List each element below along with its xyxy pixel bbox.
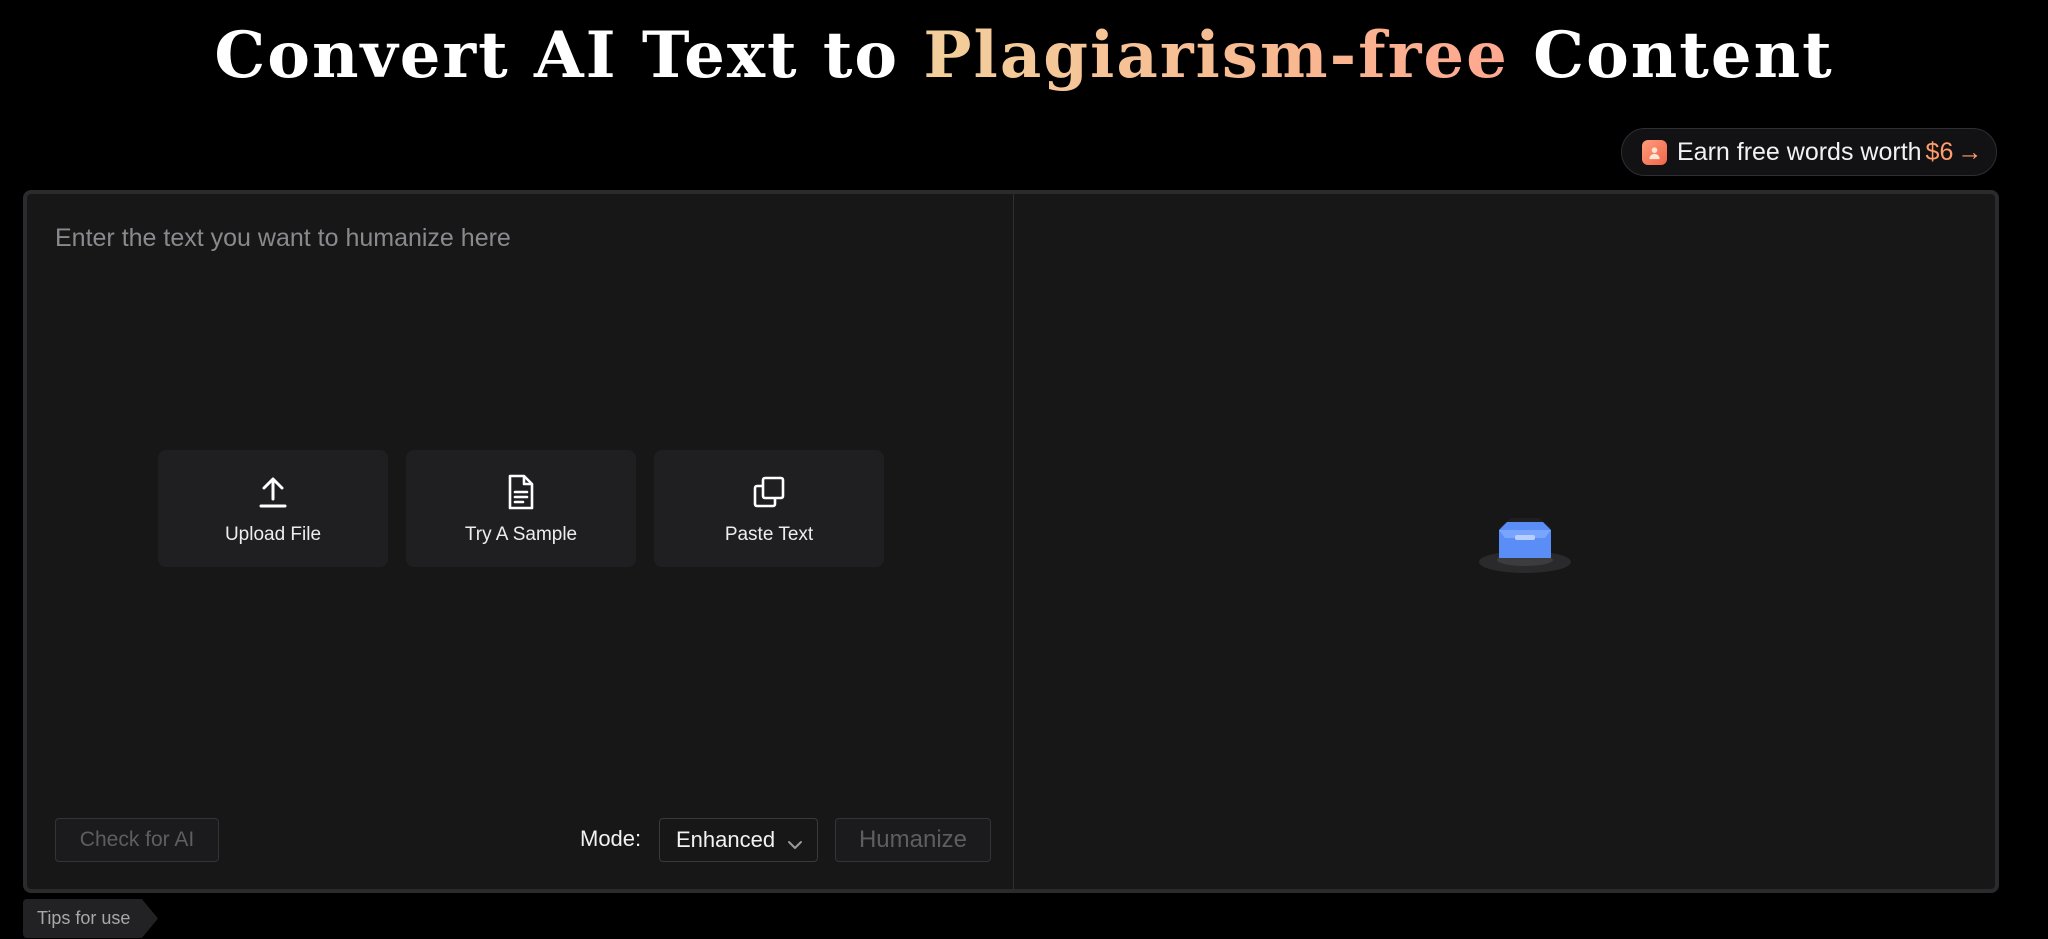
earn-amount: $6 [1925, 137, 1954, 166]
humanize-button[interactable]: Humanize [835, 818, 991, 862]
try-sample-label: Try A Sample [464, 523, 578, 545]
copy-icon [752, 472, 786, 512]
humanizer-editor: Upload File Try A Sample [23, 190, 1999, 893]
paste-text-button[interactable]: Paste Text [654, 450, 884, 567]
gift-icon [1642, 139, 1667, 165]
document-icon [506, 472, 536, 512]
page-title: Convert AI Text to Plagiarism-free Conte… [0, 14, 2048, 98]
title-text-start: Convert AI Text to [214, 18, 924, 93]
humanize-text-input[interactable] [53, 222, 987, 286]
chevron-down-icon [787, 832, 803, 858]
input-pane: Upload File Try A Sample [27, 194, 1014, 889]
title-text-accent: Plagiarism-free [923, 18, 1509, 93]
try-sample-button[interactable]: Try A Sample [406, 450, 636, 567]
earn-label: Earn free words worth [1677, 137, 1922, 166]
mode-value: Enhanced [676, 827, 776, 852]
check-for-ai-button[interactable]: Check for AI [55, 818, 219, 862]
empty-box-icon [1477, 508, 1573, 581]
quick-actions: Upload File Try A Sample Paste Text [158, 450, 884, 567]
mode-label: Mode: [580, 826, 642, 851]
output-pane [1015, 194, 1995, 889]
upload-file-button[interactable]: Upload File [158, 450, 388, 567]
mode-select[interactable]: Enhanced [659, 818, 818, 862]
upload-icon [257, 472, 289, 512]
paste-text-label: Paste Text [724, 523, 814, 545]
title-text-end: Content [1508, 18, 1834, 93]
upload-file-label: Upload File [224, 523, 322, 545]
earn-free-words-button[interactable]: Earn free words worth $6 → [1621, 128, 1997, 176]
tips-for-use-tab[interactable]: Tips for use [23, 899, 158, 938]
arrow-right-icon: → [1957, 137, 1983, 166]
